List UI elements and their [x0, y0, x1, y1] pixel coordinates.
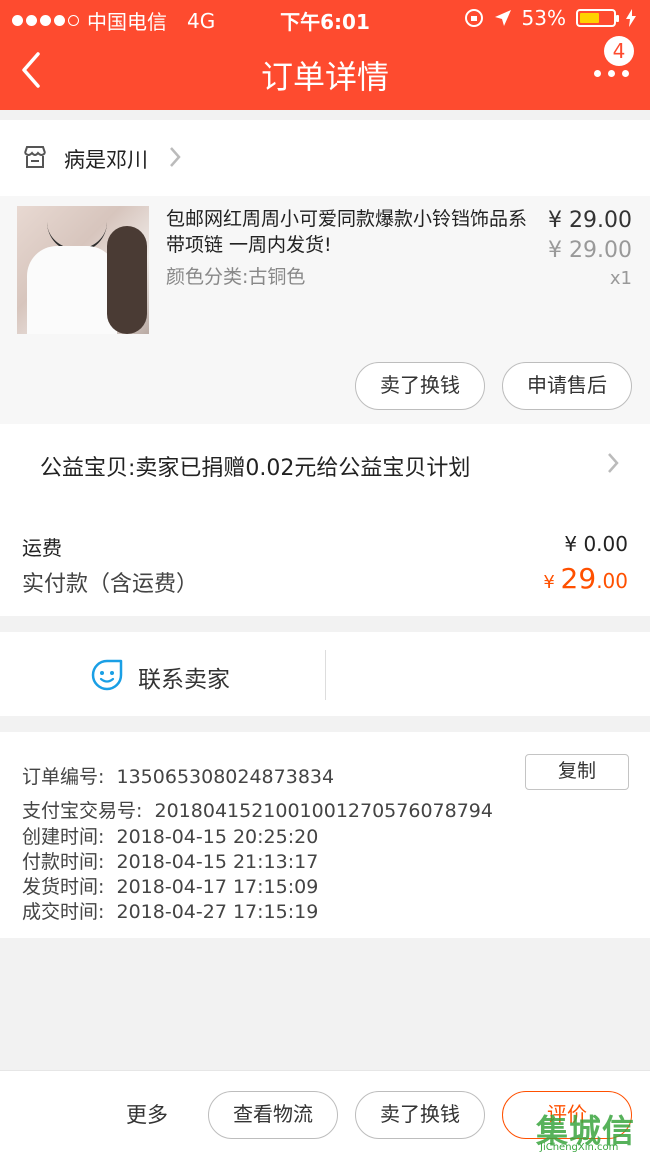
- shipped-time-value: 2018-04-17 17:15:09: [116, 876, 319, 898]
- location-arrow-icon: [494, 10, 511, 26]
- shop-icon: [24, 146, 46, 168]
- charity-row[interactable]: 公益宝贝:卖家已捐赠0.02元给公益宝贝计划: [0, 424, 650, 504]
- alipay-trade-value: 2018041521001001270576078794: [154, 800, 493, 822]
- order-item: 包邮网红周周小可爱同款爆款小铃铛饰品系带项链 一周内发货! 颜色分类:古铜色 ¥…: [0, 196, 650, 424]
- product-image[interactable]: [17, 206, 149, 334]
- chat-face-icon: [91, 659, 123, 691]
- paid-time-row: 付款时间: 2018-04-15 21:13:17: [22, 847, 318, 874]
- created-time-row: 创建时间: 2018-04-15 20:25:20: [22, 822, 318, 849]
- contact-seller-label: 联系卖家: [138, 667, 230, 693]
- completed-time-row: 成交时间: 2018-04-27 17:15:19: [22, 897, 318, 924]
- divider: [325, 650, 326, 700]
- battery-percent: 53%: [521, 6, 566, 30]
- sell-for-cash-bottom-button[interactable]: 卖了换钱: [355, 1091, 485, 1139]
- shop-row[interactable]: 病是邓川: [0, 120, 650, 196]
- paid-time-value: 2018-04-15 21:13:17: [116, 851, 319, 873]
- more-actions-button[interactable]: 更多: [126, 1099, 168, 1129]
- shipped-time-label: 发货时间:: [22, 876, 105, 898]
- contact-seller-button[interactable]: 联系卖家: [0, 632, 325, 716]
- order-number-label: 订单编号:: [22, 766, 105, 788]
- top-bar: 中国电信 4G 下午6:01 53% 订单详情 4: [0, 0, 650, 110]
- chevron-right-icon: [170, 147, 181, 167]
- more-dots-icon: [594, 70, 601, 77]
- order-number-value: 135065308024873834: [116, 766, 335, 788]
- after-sale-button[interactable]: 申请售后: [502, 362, 632, 410]
- chevron-right-icon: [608, 453, 619, 473]
- alipay-trade-label: 支付宝交易号:: [22, 800, 143, 822]
- payment-summary: 运费 ¥ 0.00 实付款（含运费） ¥ 29.00: [0, 504, 650, 616]
- charity-text: 公益宝贝:卖家已捐赠0.02元给公益宝贝计划: [40, 456, 471, 481]
- product-spec: 颜色分类:古铜色: [166, 266, 306, 288]
- order-info: 订单编号: 135065308024873834 复制 支付宝交易号: 2018…: [0, 732, 650, 938]
- shipping-fee-label: 运费: [22, 536, 62, 560]
- status-right: 53%: [464, 6, 636, 30]
- shipping-fee-value: ¥ 0.00: [564, 532, 628, 556]
- watermark-logo: 集城信 JiChengXin.com: [536, 1112, 636, 1153]
- shop-name: 病是邓川: [64, 148, 148, 172]
- shipped-time-row: 发货时间: 2018-04-17 17:15:09: [22, 872, 318, 899]
- sell-for-cash-button[interactable]: 卖了换钱: [355, 362, 485, 410]
- paid-amount-value: ¥ 29.00: [543, 562, 628, 595]
- alipay-trade-row: 支付宝交易号: 2018041521001001270576078794: [22, 796, 493, 823]
- created-time-value: 2018-04-15 20:25:20: [116, 826, 319, 848]
- contact-bar: 联系卖家: [0, 632, 650, 716]
- charging-bolt-icon: [626, 9, 636, 27]
- paid-amount-label: 实付款（含运费）: [22, 572, 199, 597]
- paid-time-label: 付款时间:: [22, 851, 105, 873]
- completed-time-value: 2018-04-27 17:15:19: [116, 901, 319, 923]
- rotation-lock-icon: [464, 9, 483, 27]
- copy-order-number-button[interactable]: 复制: [525, 754, 629, 790]
- created-time-label: 创建时间:: [22, 826, 105, 848]
- product-title[interactable]: 包邮网红周周小可爱同款爆款小铃铛饰品系带项链 一周内发货!: [166, 206, 536, 258]
- order-number-row: 订单编号: 135065308024873834: [22, 762, 334, 789]
- completed-time-label: 成交时间:: [22, 901, 105, 923]
- view-logistics-button[interactable]: 查看物流: [208, 1091, 338, 1139]
- message-count-badge: 4: [604, 36, 634, 66]
- battery-icon: [576, 9, 619, 27]
- status-bar: 中国电信 4G 下午6:01 53%: [0, 0, 650, 36]
- paid-currency: ¥: [543, 572, 561, 593]
- product-original-price: ¥ 29.00: [548, 238, 632, 263]
- product-price: ¥ 29.00: [548, 208, 632, 233]
- product-quantity: x1: [609, 268, 632, 289]
- paid-decimal: .00: [596, 569, 628, 593]
- paid-integer: 29: [560, 562, 597, 595]
- page-title: 订单详情: [260, 58, 389, 96]
